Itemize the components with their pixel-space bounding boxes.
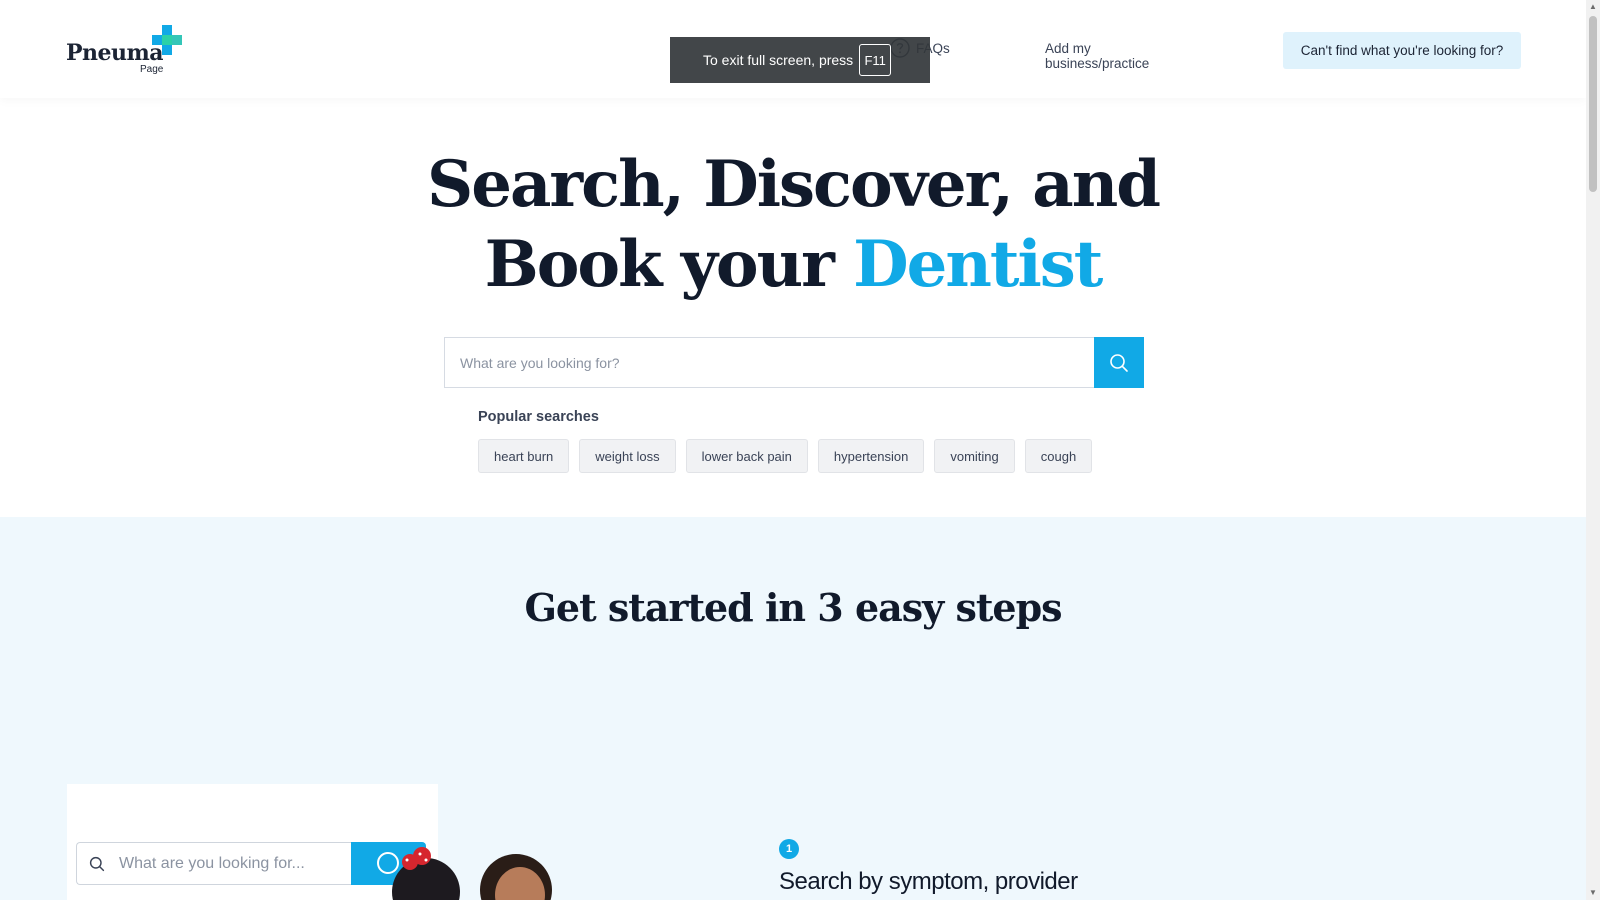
popular-search-chip[interactable]: cough bbox=[1024, 439, 1093, 473]
illustration-search-field: What are you looking for... bbox=[76, 842, 351, 885]
site-logo[interactable]: Pneuma Page bbox=[66, 22, 186, 78]
popular-search-chip[interactable]: lower back pain bbox=[685, 439, 808, 473]
scroll-up-arrow-icon[interactable]: ▲ bbox=[1589, 3, 1597, 11]
popular-search-chip[interactable]: hypertension bbox=[817, 439, 925, 473]
search-icon bbox=[89, 856, 105, 871]
step-title: Search by symptom, provider bbox=[779, 868, 1078, 895]
hero-title-line1: Search, Discover, and bbox=[427, 147, 1161, 222]
logo-wordmark: Pneuma bbox=[66, 40, 164, 66]
nav-add-business-link[interactable]: Add my business/practice bbox=[1045, 41, 1149, 71]
popular-searches-label: Popular searches bbox=[478, 409, 599, 425]
hero-title-line2-prefix: Book your bbox=[484, 227, 835, 302]
people-illustration bbox=[392, 847, 552, 900]
search-button[interactable] bbox=[1094, 337, 1144, 388]
hero-title: Search, Discover, and Book your Dentist bbox=[0, 145, 1586, 305]
popular-search-chip[interactable]: vomiting bbox=[934, 439, 1015, 473]
steps-title: Get started in 3 easy steps bbox=[524, 585, 1062, 630]
popular-searches-list: heart burn weight loss lower back pain h… bbox=[478, 439, 1093, 473]
hero-title-accent: Dentist bbox=[853, 227, 1103, 302]
fullscreen-toast-text: To exit full screen, press bbox=[703, 52, 854, 68]
hero-search bbox=[444, 337, 1144, 388]
step-number-badge: 1 bbox=[779, 839, 799, 859]
cant-find-button[interactable]: Can't find what you're looking for? bbox=[1283, 32, 1521, 69]
scroll-down-arrow-icon[interactable]: ▼ bbox=[1589, 889, 1597, 897]
site-header: Pneuma Page FAQs Add my business/practic… bbox=[0, 0, 1586, 98]
search-input[interactable] bbox=[444, 337, 1094, 388]
page-scrollbar[interactable]: ▲ ▼ bbox=[1586, 0, 1600, 900]
popular-search-chip[interactable]: heart burn bbox=[478, 439, 570, 473]
logo-subtitle: Page bbox=[140, 64, 164, 75]
search-icon bbox=[1110, 353, 1128, 372]
scrollbar-thumb[interactable] bbox=[1589, 16, 1597, 192]
fullscreen-exit-toast: To exit full screen, press F11 bbox=[670, 37, 930, 83]
illustration-search-placeholder: What are you looking for... bbox=[119, 854, 305, 872]
popular-search-chip[interactable]: weight loss bbox=[579, 439, 676, 473]
fullscreen-key-badge: F11 bbox=[859, 44, 892, 76]
